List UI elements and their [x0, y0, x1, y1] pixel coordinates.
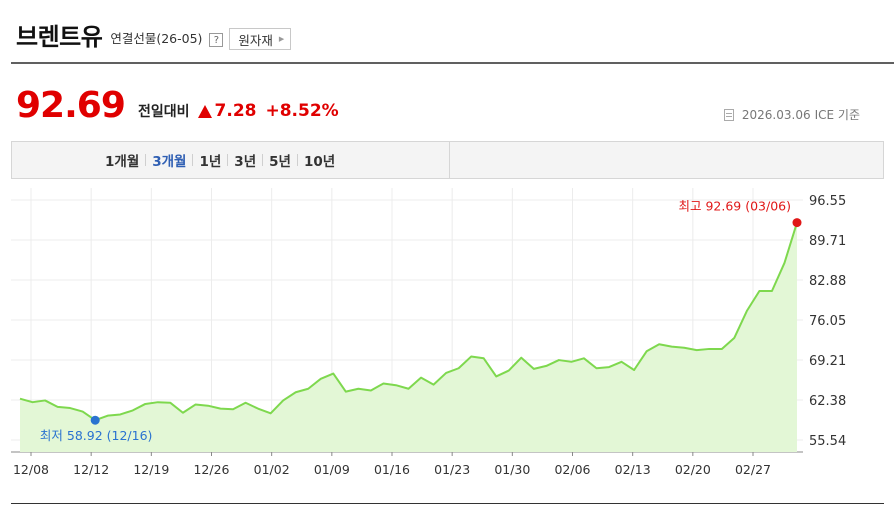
high-point-marker	[792, 218, 802, 228]
header-divider	[11, 62, 894, 64]
x-tick-label: 01/02	[254, 462, 290, 477]
high-point-label: 최고 92.69 (03/06)	[678, 199, 791, 214]
x-tick-label: 12/12	[73, 462, 109, 477]
y-tick-label: 89.71	[809, 234, 846, 249]
period-selector: 1개월 3개월 1년 3년 5년 10년	[11, 141, 884, 179]
x-tick-label: 02/13	[615, 462, 651, 477]
change-label: 전일대비	[138, 104, 190, 120]
up-triangle-icon	[197, 104, 212, 118]
price-area-fill	[20, 222, 797, 452]
x-tick-label: 01/09	[314, 462, 350, 477]
bottom-divider	[11, 503, 884, 504]
period-tab[interactable]: 1개월	[99, 150, 145, 170]
low-point-marker	[90, 415, 100, 425]
raw-materials-button[interactable]: 원자재 ▶	[229, 28, 292, 50]
x-tick-label: 02/27	[735, 462, 771, 477]
period-tab[interactable]: 3년	[228, 150, 262, 170]
x-tick-label: 01/23	[434, 462, 470, 477]
y-tick-label: 76.05	[809, 314, 846, 329]
low-point-label: 최저 58.92 (12/16)	[40, 428, 153, 443]
y-tick-label: 62.38	[809, 394, 846, 409]
header: 브렌트유 연결선물(26-05) ? 원자재 ▶	[16, 22, 292, 52]
current-price: 92.69	[16, 85, 126, 126]
period-tab[interactable]: 3개월	[146, 150, 192, 170]
period-tab[interactable]: 10년	[298, 150, 341, 170]
contract-subtitle: 연결선물(26-05)	[110, 31, 203, 46]
period-tab[interactable]: 1년	[193, 150, 227, 170]
period-tab[interactable]: 5년	[263, 150, 297, 170]
x-tick-label: 12/08	[13, 462, 49, 477]
y-tick-label: 82.88	[809, 274, 846, 289]
help-icon[interactable]: ?	[209, 33, 224, 47]
y-tick-label: 55.54	[809, 434, 846, 449]
as-of-date: 2026.03.06	[741, 107, 811, 122]
x-tick-label: 12/19	[133, 462, 169, 477]
x-tick-label: 02/06	[554, 462, 590, 477]
x-tick-label: 01/16	[374, 462, 410, 477]
change-value: 7.28	[214, 101, 257, 121]
period-tabs: 1개월 3개월 1년 3년 5년 10년	[99, 142, 341, 178]
change-percent: +8.52%	[265, 101, 339, 121]
x-tick-label: 01/30	[494, 462, 530, 477]
raw-materials-label: 원자재	[238, 32, 273, 48]
chevron-right-icon: ▶	[278, 35, 285, 43]
price-chart: 12/08 12/12 12/19 12/26 01/02 01/09 01/16 01/23…	[11, 188, 846, 477]
x-tick-label: 02/20	[675, 462, 711, 477]
calendar-icon	[723, 108, 734, 121]
x-tick-label: 12/26	[193, 462, 229, 477]
commodity-title: 브렌트유	[16, 23, 103, 51]
as-of-info: 2026.03.06 ICE 기준	[723, 106, 860, 123]
period-bar-divider	[449, 142, 450, 178]
y-tick-label: 96.55	[809, 194, 846, 209]
as-of-source: ICE 기준	[814, 108, 860, 122]
price-change: 전일대비 7.28 +8.52%	[138, 101, 339, 121]
y-tick-label: 69.21	[809, 354, 846, 369]
